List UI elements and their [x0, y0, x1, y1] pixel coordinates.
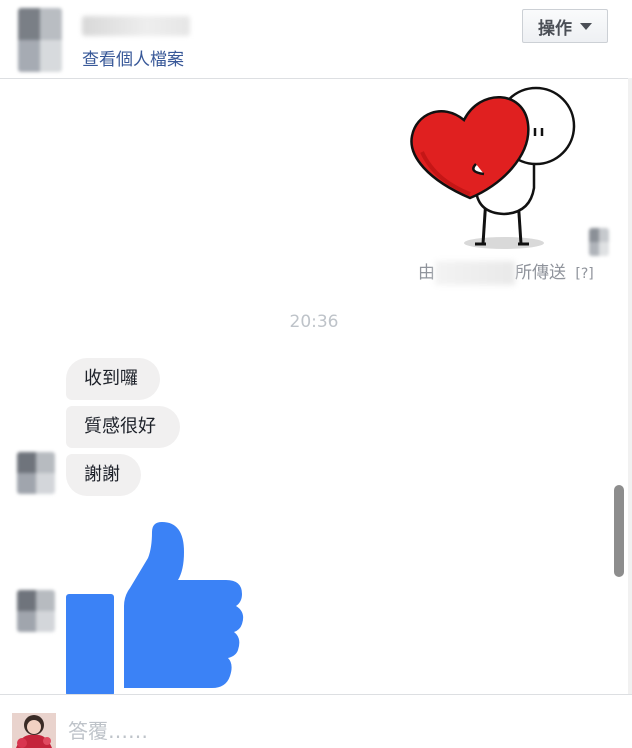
thumbs-cuff [66, 594, 114, 696]
help-link[interactable]: [?] [575, 266, 593, 282]
scrollbar-thumb[interactable] [614, 485, 624, 577]
reply-input[interactable] [68, 717, 588, 745]
scrollbar-track[interactable] [628, 78, 632, 694]
message-timestamp: 20:36 [289, 312, 339, 332]
sender-name-blur [435, 261, 515, 285]
contact-avatar-small[interactable] [17, 590, 55, 632]
heart-hug-sticker [410, 86, 576, 249]
contact-avatar-small[interactable] [17, 452, 55, 494]
message-bubble[interactable]: 謝謝 [66, 454, 141, 496]
sent-by-suffix: 所傳送 [515, 263, 566, 283]
my-avatar [12, 713, 56, 748]
actions-label: 操作 [538, 18, 572, 39]
contact-name[interactable] [82, 16, 190, 36]
thumbs-up-icon [66, 522, 244, 696]
caret-down-icon [580, 22, 592, 30]
view-profile-link[interactable]: 查看個人檔案 [82, 45, 184, 70]
actions-button[interactable]: 操作 [522, 9, 608, 43]
sender-avatar [589, 228, 609, 256]
contact-avatar[interactable] [18, 8, 62, 72]
sent-by-prefix: 由 [418, 263, 435, 283]
message-bubble[interactable]: 質感很好 [66, 406, 180, 448]
sent-by-note: 由 所傳送 [?] [418, 258, 594, 285]
thumbs-hand [124, 522, 244, 688]
message-bubble[interactable]: 收到囉 [66, 358, 160, 400]
reply-bar [0, 694, 632, 748]
chat-header: 查看個人檔案 操作 [0, 0, 628, 79]
